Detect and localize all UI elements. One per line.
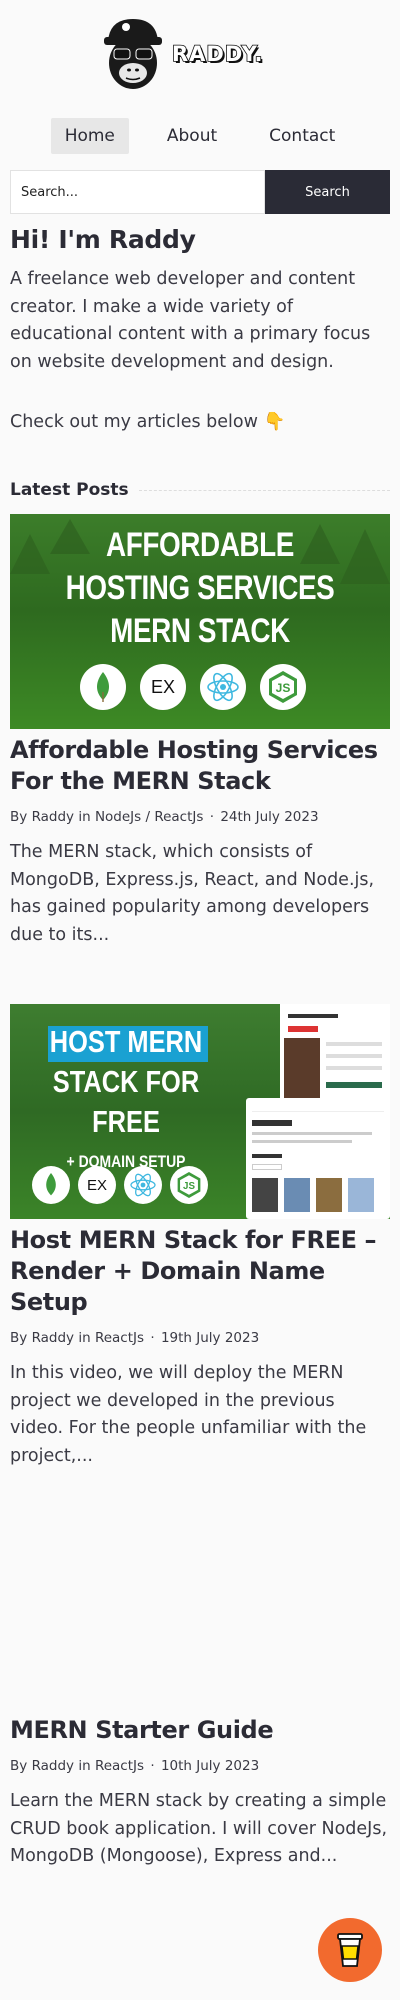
meta-in: in xyxy=(78,1330,91,1346)
meta-separator: · xyxy=(209,809,215,825)
latest-posts-header: Latest Posts xyxy=(10,480,390,500)
mongodb-icon xyxy=(32,1166,70,1204)
gorilla-mascot-icon xyxy=(104,19,162,89)
section-divider xyxy=(138,489,390,491)
nav-contact[interactable]: Contact xyxy=(255,118,349,154)
post-thumbnail[interactable] xyxy=(10,1494,390,1709)
search-input[interactable] xyxy=(10,170,265,214)
post-categories[interactable]: ReactJs xyxy=(95,1330,144,1346)
post-title[interactable]: Affordable Hosting Services For the MERN… xyxy=(10,735,390,797)
post-thumbnail[interactable]: HOST MERN STACK FOR FREE + DOMAIN SETUP … xyxy=(10,1004,390,1219)
meta-by: By xyxy=(10,809,28,825)
post-author[interactable]: Raddy xyxy=(32,1330,74,1346)
post-meta: By Raddy in ReactJs · 19th July 2023 xyxy=(10,1330,390,1346)
post-title[interactable]: MERN Starter Guide xyxy=(10,1715,390,1746)
buy-me-a-coffee-button[interactable] xyxy=(318,1918,382,1982)
app-screenshot-mock xyxy=(246,1098,390,1219)
mongodb-icon xyxy=(80,664,126,710)
post-date: 19th July 2023 xyxy=(160,1330,260,1346)
meta-separator: · xyxy=(150,1330,155,1346)
post-date: 24th July 2023 xyxy=(220,809,319,825)
post-thumbnail[interactable]: AFFORDABLE HOSTING SERVICES MERN STACK E… xyxy=(10,514,390,729)
post-excerpt: In this video, we will deploy the MERN p… xyxy=(10,1363,367,1466)
post-author[interactable]: Raddy xyxy=(32,809,74,825)
meta-by: By xyxy=(10,1758,28,1774)
react-icon xyxy=(124,1166,162,1204)
express-icon: EX xyxy=(140,664,186,710)
nav-about[interactable]: About xyxy=(153,118,231,154)
post-card: MERN Starter Guide By Raddy in ReactJs ·… xyxy=(10,1494,390,1871)
post-author[interactable]: Raddy xyxy=(32,1758,74,1774)
post-excerpt: Learn the MERN stack by creating a simpl… xyxy=(10,1791,388,1866)
meta-separator: · xyxy=(150,1758,155,1774)
thumb-line-1: HOST MERN xyxy=(49,1024,203,1059)
react-icon xyxy=(200,664,246,710)
intro-heading: Hi! I'm Raddy xyxy=(10,225,196,254)
post-categories[interactable]: ReactJs xyxy=(95,1758,144,1774)
logo-wordmark: RADDY. xyxy=(171,41,264,67)
coffee-cup-icon xyxy=(337,1933,363,1967)
nodejs-icon-label: JS xyxy=(183,1181,195,1192)
intro-cta: Check out my articles below 👇 xyxy=(10,412,286,432)
search-button[interactable]: Search xyxy=(265,170,390,214)
post-date: 10th July 2023 xyxy=(160,1758,260,1774)
main-nav: Home About Contact xyxy=(0,118,400,154)
intro-bio: A freelance web developer and content cr… xyxy=(10,269,371,372)
thumb-line-2: STACK FOR FREE xyxy=(52,1064,200,1139)
post-meta: By Raddy in ReactJs · 10th July 2023 xyxy=(10,1758,390,1774)
thumb-line-2: HOSTING SERVICES xyxy=(65,569,335,607)
meta-in: in xyxy=(78,809,91,825)
latest-posts-title: Latest Posts xyxy=(10,480,129,500)
nav-home[interactable]: Home xyxy=(50,118,129,154)
thumb-line-3: MERN STACK xyxy=(110,612,290,650)
thumb-line-1: AFFORDABLE xyxy=(106,526,294,564)
post-categories[interactable]: NodeJs / ReactJs xyxy=(95,809,203,825)
meta-by: By xyxy=(10,1330,28,1346)
nodejs-icon: JS xyxy=(260,664,306,710)
post-title[interactable]: Host MERN Stack for FREE – Render + Doma… xyxy=(10,1225,390,1318)
express-icon: EX xyxy=(78,1166,116,1204)
post-meta: By Raddy in NodeJs / ReactJs · 24th July… xyxy=(10,809,390,825)
post-card: AFFORDABLE HOSTING SERVICES MERN STACK E… xyxy=(10,514,390,949)
nodejs-icon: JS xyxy=(170,1166,208,1204)
site-logo[interactable]: RADDY. xyxy=(98,10,298,92)
search-form: Search xyxy=(10,170,390,214)
nodejs-icon-label: JS xyxy=(276,681,291,695)
post-excerpt: The MERN stack, which consists of MongoD… xyxy=(10,842,375,945)
meta-in: in xyxy=(78,1758,91,1774)
post-card: HOST MERN STACK FOR FREE + DOMAIN SETUP … xyxy=(10,1004,390,1470)
